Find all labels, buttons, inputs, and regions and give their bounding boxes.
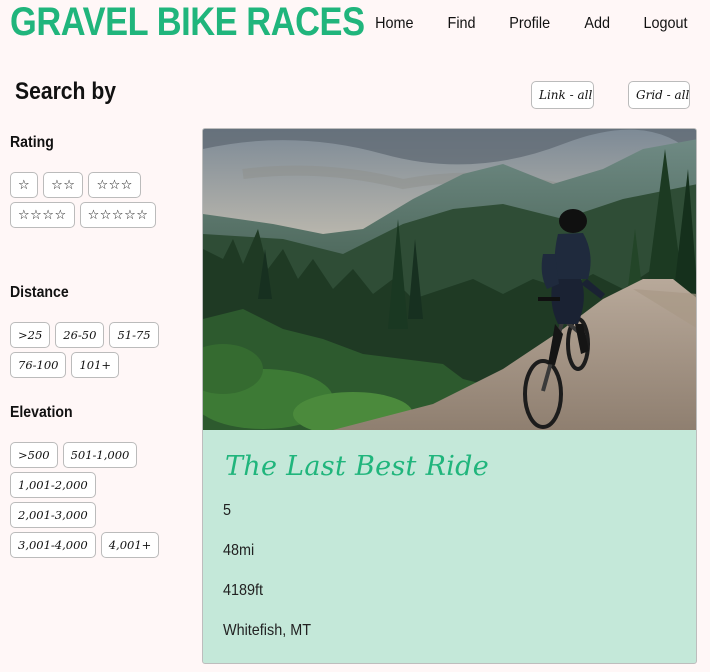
rating-1-star-button[interactable]: ☆: [10, 172, 39, 198]
elevation-3001-4000-button[interactable]: 3,001-4,000: [10, 532, 96, 558]
elevation-under-500-button[interactable]: >500: [10, 442, 58, 468]
grid-view-all-button[interactable]: Grid - all: [628, 81, 690, 109]
nav-logout-link[interactable]: Logout: [644, 15, 688, 33]
race-photo[interactable]: [203, 129, 697, 430]
distance-51-75-button[interactable]: 51-75: [109, 322, 159, 348]
site-title[interactable]: GRAVEL BIKE RACES: [10, 0, 365, 45]
elevation-4001-plus-button[interactable]: 4,001+: [100, 532, 160, 558]
main-nav: Home Find Profile Add Logout: [343, 15, 690, 33]
distance-filter-options: >25 26-50 51-75 76-100 101+: [10, 322, 185, 378]
race-distance: 48mi: [223, 542, 255, 559]
rating-5-star-button[interactable]: ☆☆☆☆☆: [79, 202, 157, 228]
rating-2-star-button[interactable]: ☆☆: [43, 172, 84, 198]
nav-home-link[interactable]: Home: [376, 15, 414, 33]
rating-filter-heading: Rating: [10, 134, 54, 151]
nav-add-link[interactable]: Add: [584, 15, 610, 33]
elevation-filter-heading: Elevation: [10, 404, 73, 421]
race-card[interactable]: The Last Best Ride 5 48mi 4189ft Whitefi…: [202, 128, 697, 664]
search-heading: Search by: [15, 78, 116, 105]
elevation-filter-options: >500 501-1,000 1,001-2,000 2,001-3,000 3…: [10, 442, 185, 558]
distance-76-100-button[interactable]: 76-100: [10, 352, 67, 378]
rating-4-star-button[interactable]: ☆☆☆☆: [10, 202, 75, 228]
nav-profile-link[interactable]: Profile: [510, 15, 551, 33]
nav-find-link[interactable]: Find: [448, 15, 476, 33]
elevation-501-1000-button[interactable]: 501-1,000: [62, 442, 138, 468]
rating-3-star-button[interactable]: ☆☆☆: [88, 172, 141, 198]
race-title[interactable]: The Last Best Ride: [225, 451, 489, 482]
link-view-all-button[interactable]: Link - all: [531, 81, 594, 109]
distance-26-50-button[interactable]: 26-50: [55, 322, 105, 348]
elevation-1001-2000-button[interactable]: 1,001-2,000: [10, 472, 96, 498]
race-elevation: 4189ft: [223, 582, 264, 599]
distance-filter-heading: Distance: [10, 284, 69, 301]
rating-filter-options: ☆ ☆☆ ☆☆☆ ☆☆☆☆ ☆☆☆☆☆: [10, 172, 185, 228]
elevation-2001-3000-button[interactable]: 2,001-3,000: [10, 502, 96, 528]
distance-under-25-button[interactable]: >25: [10, 322, 51, 348]
distance-101-plus-button[interactable]: 101+: [71, 352, 120, 378]
race-rating: 5: [223, 502, 232, 519]
race-location: Whitefish, MT: [223, 622, 312, 639]
